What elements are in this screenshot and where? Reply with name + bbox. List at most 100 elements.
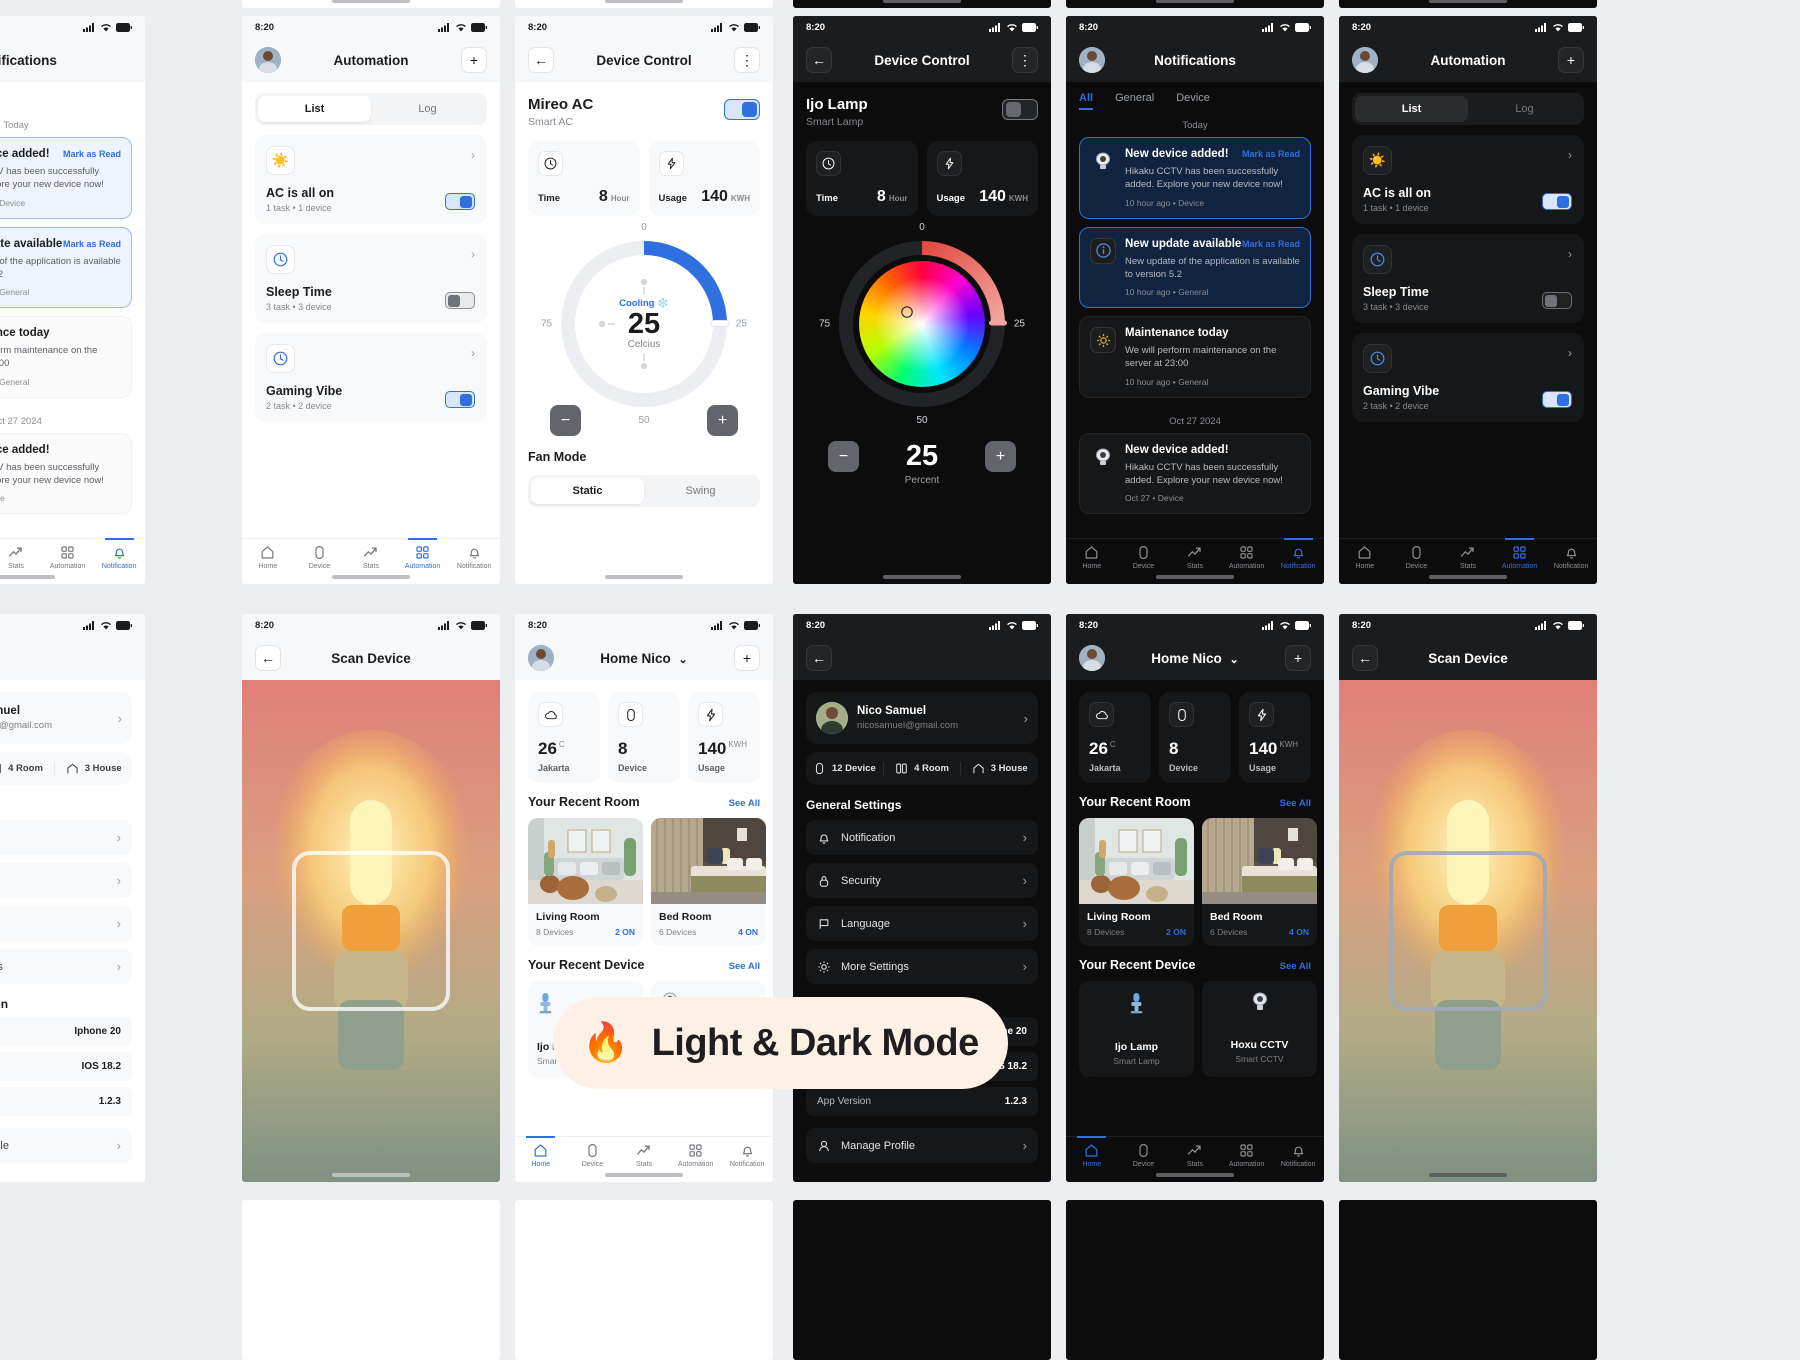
automation-toggle[interactable]: [1542, 193, 1572, 210]
tab-notification[interactable]: Notification: [1272, 538, 1324, 570]
mark-as-read-link[interactable]: Mark as Read: [1242, 239, 1300, 249]
tab-notification[interactable]: Notification: [448, 545, 500, 570]
automation-item[interactable]: ☀️ › AC is all on 1 task • 1 device: [1352, 135, 1584, 224]
automation-item[interactable]: ☀️ › AC is all on 1 task • 1 device: [255, 135, 487, 224]
tab-home[interactable]: Home: [1339, 545, 1391, 570]
tab-home[interactable]: Home: [242, 545, 294, 570]
back-button[interactable]: ←: [806, 47, 832, 73]
power-toggle[interactable]: [724, 99, 760, 120]
avatar[interactable]: [1079, 645, 1105, 671]
avatar[interactable]: [255, 47, 281, 73]
segment-log[interactable]: Log: [1468, 96, 1581, 122]
tab-stats[interactable]: Stats: [1442, 545, 1494, 570]
tab-device[interactable]: Device: [1118, 1143, 1170, 1168]
tab-stats[interactable]: Stats: [0, 545, 42, 570]
add-automation-button[interactable]: +: [461, 47, 487, 73]
tab-device[interactable]: Device: [1391, 545, 1443, 570]
tab-device[interactable]: Device: [567, 1143, 619, 1168]
add-device-button[interactable]: +: [1285, 645, 1311, 671]
decrease-button[interactable]: −: [550, 405, 581, 436]
setting-item-language[interactable]: Language ›: [0, 906, 132, 941]
see-all-link[interactable]: See All: [729, 798, 760, 809]
back-button[interactable]: ←: [806, 645, 832, 671]
see-all-link[interactable]: See All: [729, 961, 760, 972]
setting-item-more[interactable]: More Settings ›: [806, 949, 1038, 984]
notification-item[interactable]: Maintenance today We will perform mainte…: [0, 316, 132, 398]
avatar[interactable]: [1352, 47, 1378, 73]
tab-notification[interactable]: Notification: [1272, 1143, 1324, 1168]
back-button[interactable]: ←: [1352, 645, 1378, 671]
manage-profile-row[interactable]: Manage Profile ›: [0, 1128, 132, 1163]
room-card[interactable]: Living Room 8 Devices 2 ON: [1079, 818, 1194, 946]
automation-toggle[interactable]: [445, 193, 475, 210]
room-card[interactable]: Bed Room 6 Devices 4 ON: [1202, 818, 1317, 946]
see-all-link[interactable]: See All: [1280, 961, 1311, 972]
mark-as-read-link[interactable]: Mark as Read: [63, 239, 121, 249]
tab-all[interactable]: All: [1079, 92, 1094, 110]
segment-list[interactable]: List: [1355, 96, 1468, 122]
tab-device[interactable]: Device: [1176, 92, 1210, 110]
automation-toggle[interactable]: [1542, 391, 1572, 408]
tab-device[interactable]: Device: [1118, 545, 1170, 570]
room-card[interactable]: Bed Room 6 Devices 4 ON: [651, 818, 766, 946]
automation-toggle[interactable]: [1542, 292, 1572, 309]
increase-button[interactable]: +: [985, 441, 1016, 472]
tab-home[interactable]: Home: [1066, 545, 1118, 570]
setting-item-security[interactable]: Security ›: [0, 863, 132, 898]
tab-notification[interactable]: Notification: [1545, 545, 1597, 570]
tab-stats[interactable]: Stats: [618, 1143, 670, 1168]
avatar[interactable]: [1079, 47, 1105, 73]
setting-item-more[interactable]: More Settings ›: [0, 949, 132, 984]
back-button[interactable]: ←: [528, 47, 554, 73]
profile-row[interactable]: Nico Samuel nicosamuel@gmail.com ›: [806, 692, 1038, 744]
device-card[interactable]: Hoxu CCTV Smart CCTV: [1202, 981, 1317, 1077]
scan-viewfinder[interactable]: [242, 680, 500, 1182]
tab-device[interactable]: Device: [294, 545, 346, 570]
segment-static[interactable]: Static: [531, 478, 644, 504]
tab-automation[interactable]: Automation: [1221, 545, 1273, 570]
more-options-button[interactable]: ⋮: [734, 47, 760, 73]
setting-item-notification[interactable]: Notification ›: [806, 820, 1038, 855]
automation-item[interactable]: › Gaming Vibe 2 task • 2 device: [1352, 333, 1584, 422]
notification-item[interactable]: Maintenance today We will perform mainte…: [1079, 316, 1311, 398]
increase-button[interactable]: +: [707, 405, 738, 436]
automation-item[interactable]: › Gaming Vibe 2 task • 2 device: [255, 333, 487, 422]
room-card[interactable]: Living Room 8 Devices 2 ON: [528, 818, 643, 946]
tab-stats[interactable]: Stats: [345, 545, 397, 570]
automation-item[interactable]: › Sleep Time 3 task • 3 device: [255, 234, 487, 323]
device-card[interactable]: Ijo Lamp Smart Lamp: [1079, 981, 1194, 1077]
tab-automation[interactable]: Automation: [397, 538, 449, 570]
mark-as-read-link[interactable]: Mark as Read: [1242, 149, 1300, 159]
notification-item[interactable]: New device added! Mark as Read Hikaku CC…: [0, 137, 132, 219]
tab-stats[interactable]: Stats: [1169, 545, 1221, 570]
tab-notification[interactable]: Notification: [93, 538, 145, 570]
tab-automation[interactable]: Automation: [670, 1143, 722, 1168]
tab-automation[interactable]: Automation: [42, 545, 94, 570]
tab-stats[interactable]: Stats: [1169, 1143, 1221, 1168]
add-automation-button[interactable]: +: [1558, 47, 1584, 73]
decrease-button[interactable]: −: [828, 441, 859, 472]
segment-log[interactable]: Log: [371, 96, 484, 122]
automation-toggle[interactable]: [445, 292, 475, 309]
tab-home[interactable]: Home: [515, 1136, 567, 1168]
automation-item[interactable]: › Sleep Time 3 task • 3 device: [1352, 234, 1584, 323]
color-dial[interactable]: 0 50 75 25 − +: [817, 222, 1027, 472]
mark-as-read-link[interactable]: Mark as Read: [63, 149, 121, 159]
power-toggle[interactable]: [1002, 99, 1038, 120]
profile-row[interactable]: Nico Samuel nicosamuel@gmail.com ›: [0, 692, 132, 744]
notification-item[interactable]: New update available Mark as Read New up…: [1079, 226, 1311, 309]
back-button[interactable]: ←: [255, 645, 281, 671]
setting-item-language[interactable]: Language ›: [806, 906, 1038, 941]
notification-item[interactable]: New device added! Hikaku CCTV has been s…: [0, 432, 132, 515]
setting-item-notification[interactable]: Notification ›: [0, 820, 132, 855]
scan-viewfinder[interactable]: [1339, 680, 1597, 1182]
tab-automation[interactable]: Automation: [1221, 1143, 1273, 1168]
automation-toggle[interactable]: [445, 391, 475, 408]
notification-item[interactable]: New update available Mark as Read New up…: [0, 226, 132, 309]
see-all-link[interactable]: See All: [1280, 798, 1311, 809]
tab-automation[interactable]: Automation: [1494, 538, 1546, 570]
tab-general[interactable]: General: [1115, 92, 1154, 110]
more-options-button[interactable]: ⋮: [1012, 47, 1038, 73]
tab-notification[interactable]: Notification: [721, 1143, 773, 1168]
segment-swing[interactable]: Swing: [644, 478, 757, 504]
